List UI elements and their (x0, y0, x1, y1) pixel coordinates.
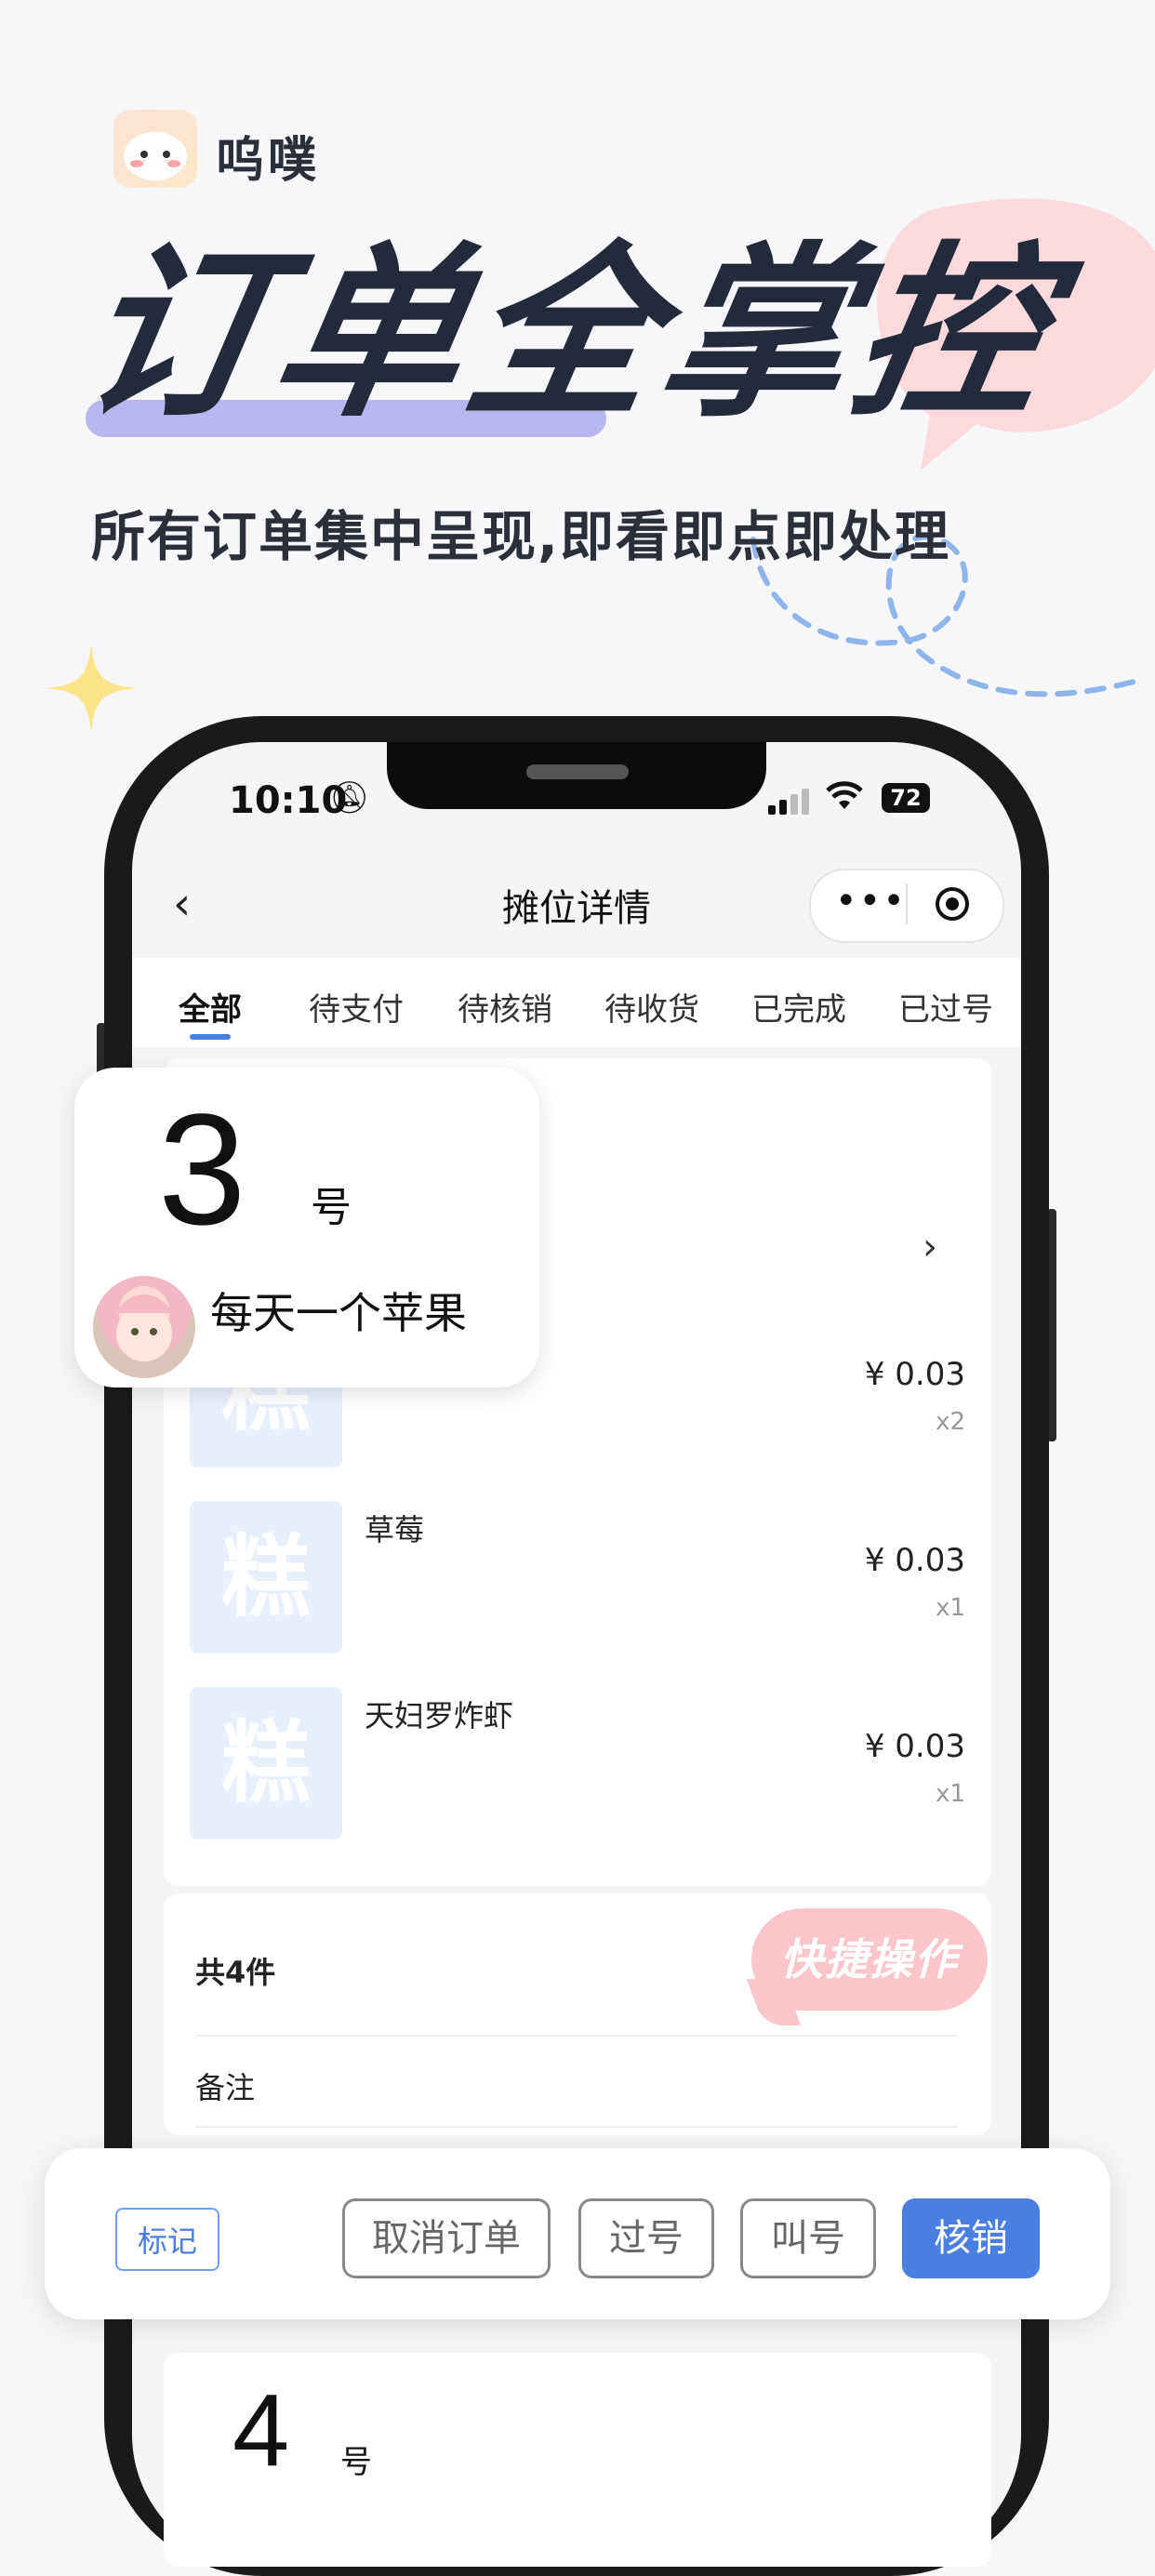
item-name: 草莓 (365, 1512, 425, 1547)
item-price: ¥ 0.03 (864, 1356, 965, 1393)
tab-completed[interactable]: 已完成 (751, 984, 846, 1029)
headline-subtitle: 所有订单集中呈现,即看即点即处理 (91, 505, 951, 568)
divider (195, 2035, 958, 2037)
sparkle-icon (46, 644, 136, 733)
cancel-order-button[interactable]: 取消订单 (342, 2198, 551, 2278)
wifi-icon (826, 781, 863, 809)
close-miniprogram-icon[interactable] (936, 887, 969, 921)
tab-pending-receipt[interactable]: 待收货 (604, 984, 699, 1029)
chevron-right-icon[interactable]: › (923, 1226, 937, 1268)
item-thumbnail: 糕 (190, 1687, 342, 1839)
battery-icon: 72 (882, 783, 930, 813)
queue-unit: 号 (311, 1184, 352, 1231)
verify-button[interactable]: 核销 (902, 2198, 1040, 2278)
tab-pending-payment[interactable]: 待支付 (309, 984, 404, 1029)
tab-active-indicator (190, 1034, 231, 1040)
item-count: 共4件 (195, 1955, 276, 1990)
item-quantity: x1 (936, 1594, 965, 1622)
item-thumbnail: 糕 (190, 1501, 342, 1653)
tab-all[interactable]: 全部 (179, 984, 242, 1029)
item-quantity: x2 (936, 1408, 965, 1436)
nav-title: 摊位详情 (502, 887, 651, 930)
notch-speaker (526, 764, 629, 779)
remark-label: 备注 (195, 2070, 256, 2105)
divider (195, 2126, 958, 2128)
skip-number-button[interactable]: 过号 (578, 2198, 714, 2278)
back-button[interactable]: ‹ (173, 878, 191, 930)
brand-name: 呜噗 (216, 133, 321, 189)
next-queue-number: 4 (232, 2373, 290, 2488)
tab-pending-verification[interactable]: 待核销 (458, 984, 552, 1029)
item-name: 天妇罗炸虾 (365, 1698, 514, 1733)
signal-icon (768, 787, 813, 815)
headline-title: 订单全掌控 (64, 226, 1070, 443)
tab-bar (132, 958, 1021, 1047)
bell-muted-icon: 🔕︎ (329, 779, 370, 817)
tag-button[interactable]: 标记 (115, 2208, 219, 2271)
quick-action-label: 快捷操作 (780, 1934, 959, 1985)
call-number-button[interactable]: 叫号 (740, 2198, 876, 2278)
item-price: ¥ 0.03 (864, 1728, 965, 1765)
next-queue-unit: 号 (340, 2444, 372, 2481)
item-quantity: x1 (936, 1780, 965, 1808)
tab-skipped[interactable]: 已过号 (898, 984, 993, 1029)
avatar (93, 1276, 195, 1378)
queue-number: 3 (158, 1082, 246, 1258)
brand-logo (113, 110, 197, 188)
customer-name: 每天一个苹果 (210, 1288, 467, 1338)
more-button[interactable]: ••• (835, 880, 907, 923)
item-price: ¥ 0.03 (864, 1542, 965, 1579)
capsule-divider (906, 883, 908, 924)
